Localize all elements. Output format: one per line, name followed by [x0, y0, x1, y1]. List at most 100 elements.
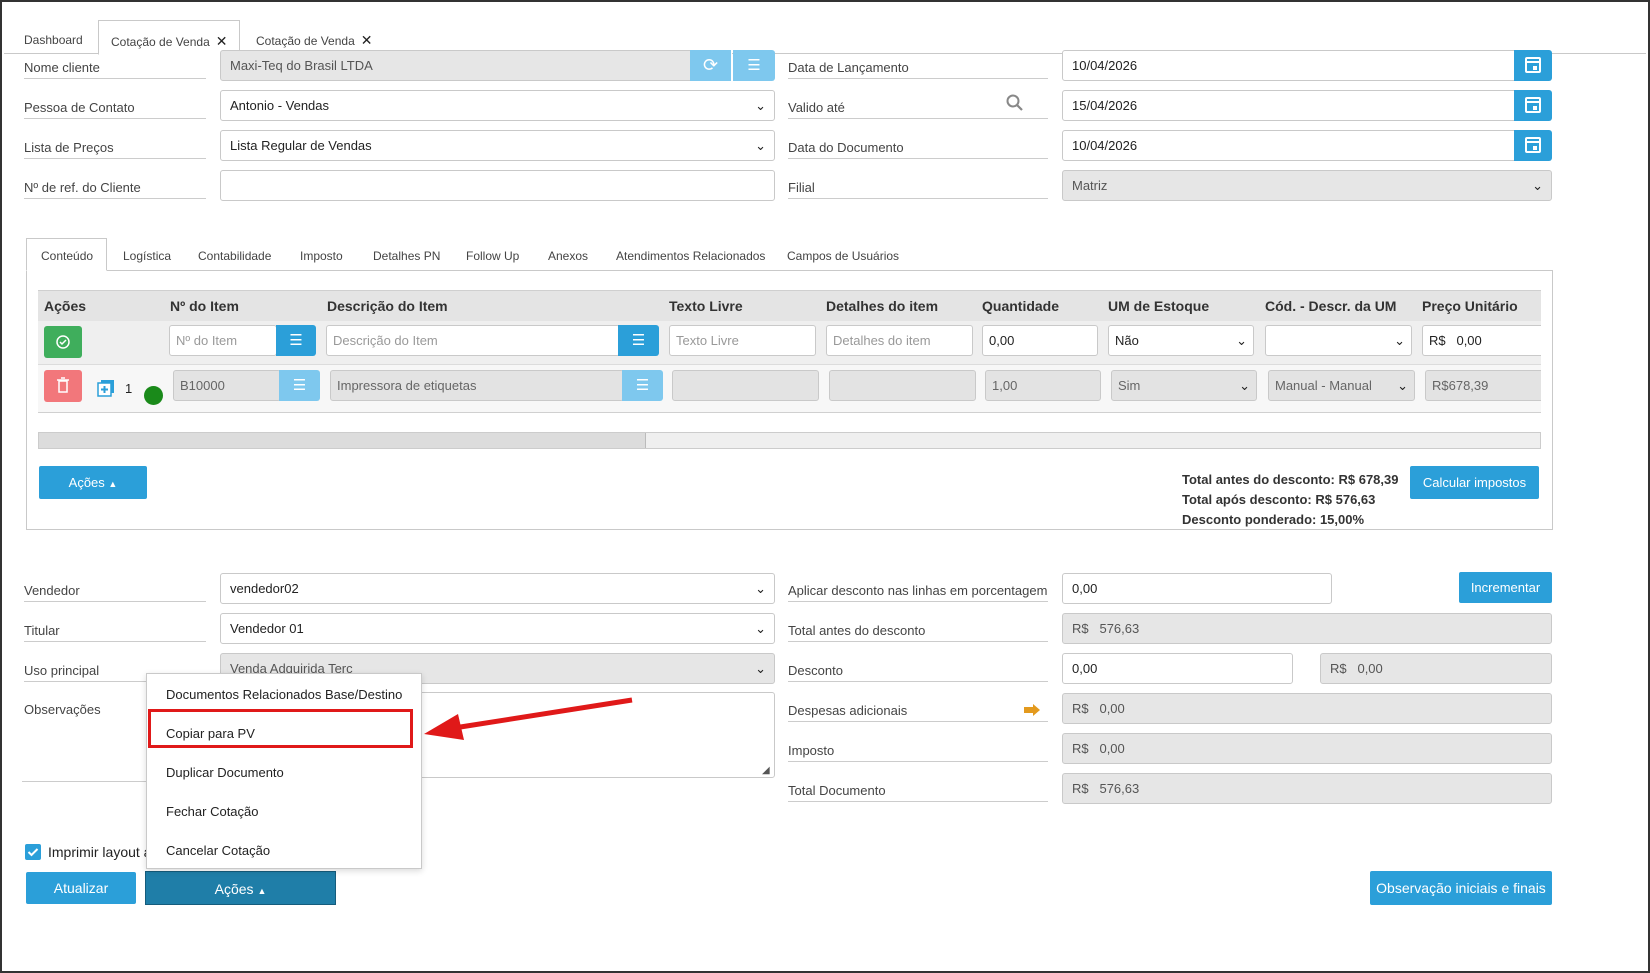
menu-item-duplicate[interactable]: Duplicar Documento: [166, 765, 284, 780]
list-icon[interactable]: ☰: [276, 325, 316, 356]
currency-label: R$: [1072, 741, 1089, 756]
menu-item-cancel-quote[interactable]: Cancelar Cotação: [166, 843, 270, 858]
amount-value: 576,63: [1099, 621, 1140, 636]
quantity-field[interactable]: 1,00: [985, 370, 1101, 401]
amount-value: 0,00: [1357, 661, 1383, 676]
select-value: Sim: [1118, 378, 1141, 393]
tab-anexos[interactable]: Anexos: [548, 241, 588, 271]
description-field[interactable]: Impressora de etiquetas: [330, 370, 624, 401]
caret-up-icon: ▲: [108, 479, 118, 489]
description-input[interactable]: Descrição do Item: [326, 325, 620, 356]
calc-taxes-button[interactable]: Calcular impostos: [1410, 466, 1539, 499]
close-icon[interactable]: ✕: [361, 32, 373, 48]
menu-item-related-documents[interactable]: Documentos Relacionados Base/Destino: [166, 687, 402, 702]
refresh-icon[interactable]: ⟳: [690, 50, 732, 81]
line-discount-input[interactable]: 0,00: [1062, 573, 1332, 604]
tab-atendimentos[interactable]: Atendimentos Relacionados: [616, 241, 765, 271]
customer-ref-input[interactable]: [220, 170, 775, 201]
calendar-icon[interactable]: [1514, 50, 1552, 81]
new-item-row: Nº do Item ☰ Descrição do Item ☰ Texto L…: [38, 321, 1541, 365]
discount-percent-input[interactable]: 0,00: [1062, 653, 1293, 684]
um-estoque-select[interactable]: Não ⌄: [1108, 325, 1254, 356]
tab-dashboard[interactable]: Dashboard: [12, 20, 95, 54]
actions-menu: Documentos Relacionados Base/Destino Cop…: [146, 673, 422, 869]
posting-date-input[interactable]: 10/04/2026: [1062, 50, 1516, 81]
select-value: Antonio - Vendas: [230, 98, 330, 113]
chevron-down-icon: ⌄: [1394, 333, 1405, 348]
calendar-icon[interactable]: [1514, 90, 1552, 121]
label-filial: Filial: [788, 180, 1048, 199]
tab-campos-usuarios[interactable]: Campos de Usuários: [787, 241, 899, 271]
select-value: Manual - Manual: [1275, 378, 1372, 393]
tab-detalhes-pn[interactable]: Detalhes PN: [373, 241, 440, 271]
amount-value: 576,63: [1099, 781, 1140, 796]
currency-label: R$: [1429, 333, 1446, 348]
select-value: Matriz: [1072, 178, 1108, 193]
free-text-field[interactable]: [672, 370, 819, 401]
price-value: 0,00: [1456, 333, 1482, 348]
tab-imposto[interactable]: Imposto: [300, 241, 343, 271]
actions-button[interactable]: Ações ▲: [145, 871, 336, 905]
tab-cotacao-venda[interactable]: Cotação de Venda ✕: [244, 20, 384, 54]
col-preco-unitario: Preço Unitário: [1422, 298, 1518, 314]
free-text-input[interactable]: Texto Livre: [669, 325, 816, 356]
list-icon[interactable]: ☰: [622, 370, 663, 401]
highlight-box: [148, 709, 413, 748]
increment-button[interactable]: Incrementar: [1459, 572, 1552, 603]
salesperson-select[interactable]: vendedor02 ⌄: [220, 573, 775, 604]
quantity-input[interactable]: 0,00: [982, 325, 1098, 356]
arrow-right-icon[interactable]: [1023, 703, 1041, 717]
select-value: vendedor02: [230, 581, 299, 596]
close-icon[interactable]: ✕: [216, 33, 228, 49]
print-layout-checkbox[interactable]: [25, 844, 41, 860]
um-code-select[interactable]: ⌄: [1265, 325, 1412, 356]
additional-expenses-field: R$ 0,00: [1062, 693, 1552, 724]
col-cod-um: Cód. - Descr. da UM: [1265, 298, 1397, 314]
list-icon[interactable]: ☰: [618, 325, 659, 356]
annotation-arrow-icon: [424, 697, 633, 740]
details-input[interactable]: Detalhes do item: [826, 325, 973, 356]
price-list-select[interactable]: Lista Regular de Vendas ⌄: [220, 130, 775, 161]
col-acoes: Ações: [44, 298, 87, 314]
search-icon[interactable]: [1006, 94, 1024, 112]
resize-handle-icon[interactable]: ◢: [762, 765, 770, 776]
item-no-field[interactable]: B10000: [173, 370, 281, 401]
scrollbar-thumb[interactable]: [39, 433, 646, 448]
label-data-documento: Data do Documento: [788, 140, 1048, 159]
chevron-down-icon: ⌄: [1239, 378, 1250, 393]
col-detalhes: Detalhes do item: [826, 298, 939, 314]
item-no-input[interactable]: Nº do Item: [169, 325, 277, 356]
menu-item-close-quote[interactable]: Fechar Cotação: [166, 804, 259, 819]
document-date-input[interactable]: 10/04/2026: [1062, 130, 1516, 161]
confirm-add-button[interactable]: [44, 326, 82, 358]
tab-cotacao-venda-active[interactable]: Cotação de Venda ✕: [98, 20, 241, 55]
observations-button[interactable]: Observação iniciais e finais: [1370, 871, 1552, 905]
um-estoque-select[interactable]: Sim ⌄: [1111, 370, 1257, 401]
tab-logistica[interactable]: Logística: [123, 241, 171, 271]
print-layout-label: Imprimir layout a: [48, 844, 152, 860]
app-frame: Dashboard Cotação de Venda ✕ Cotação de V…: [0, 0, 1650, 973]
horizontal-scrollbar[interactable]: [38, 432, 1541, 449]
tab-follow-up[interactable]: Follow Up: [466, 241, 519, 271]
branch-select[interactable]: Matriz ⌄: [1062, 170, 1552, 201]
update-button[interactable]: Atualizar: [26, 872, 136, 904]
price-input[interactable]: R$ 0,00: [1422, 325, 1541, 356]
list-icon[interactable]: ☰: [279, 370, 320, 401]
valid-until-input[interactable]: 15/04/2026: [1062, 90, 1516, 121]
tab-contabilidade[interactable]: Contabilidade: [198, 241, 271, 271]
add-subitem-icon[interactable]: [97, 379, 115, 397]
list-icon[interactable]: ☰: [733, 50, 775, 81]
customer-name-field[interactable]: Maxi-Teq do Brasil LTDA: [220, 50, 692, 81]
owner-select[interactable]: Vendedor 01 ⌄: [220, 613, 775, 644]
label-lista-precos: Lista de Preços: [24, 140, 206, 159]
tab-conteudo-label[interactable]: Conteúdo: [41, 241, 93, 271]
contact-person-select[interactable]: Antonio - Vendas ⌄: [220, 90, 775, 121]
grid-actions-button[interactable]: Ações ▲: [39, 466, 147, 499]
calendar-icon[interactable]: [1514, 130, 1552, 161]
delete-row-button[interactable]: [44, 370, 82, 402]
details-field[interactable]: [829, 370, 976, 401]
price-field[interactable]: R$678,39: [1425, 370, 1541, 401]
um-code-select[interactable]: Manual - Manual ⌄: [1268, 370, 1415, 401]
discount-amount-field: R$ 0,00: [1320, 653, 1552, 684]
col-item-no: Nº do Item: [170, 298, 239, 314]
